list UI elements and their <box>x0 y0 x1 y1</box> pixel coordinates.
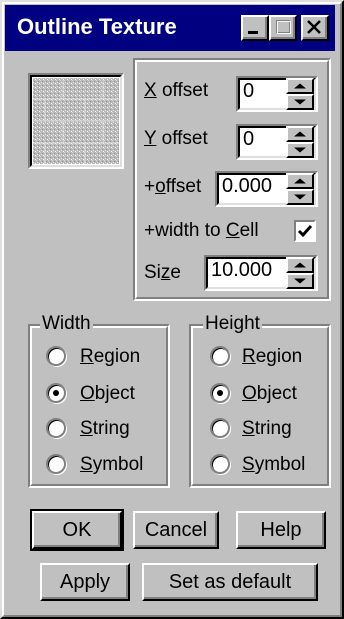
maximize-icon <box>276 20 291 34</box>
width-to-cell-checkbox[interactable] <box>294 220 316 242</box>
y-offset-down-button[interactable] <box>286 142 314 158</box>
x-offset-label: X offset <box>144 80 209 101</box>
radio-selected-dot <box>53 390 59 396</box>
close-icon <box>307 20 321 34</box>
width-object-radio[interactable] <box>46 383 66 403</box>
arrow-up-icon <box>294 262 306 268</box>
arrow-up-icon <box>294 83 306 89</box>
ok-button[interactable]: OK <box>30 509 124 551</box>
width-region-radio[interactable] <box>46 346 66 366</box>
size-down-button[interactable] <box>286 273 314 289</box>
y-offset-spinner[interactable] <box>286 126 314 158</box>
width-string-label[interactable]: String <box>80 418 130 440</box>
arrow-down-icon <box>294 278 306 284</box>
cancel-button[interactable]: Cancel <box>133 511 219 549</box>
width-symbol-label[interactable]: Symbol <box>80 454 143 476</box>
y-offset-up-button[interactable] <box>286 126 314 142</box>
height-string-label[interactable]: String <box>242 418 292 440</box>
y-offset-value[interactable]: 0 <box>243 128 254 151</box>
plus-offset-field[interactable]: 0.000 <box>215 171 318 207</box>
window-title: Outline Texture <box>17 14 177 39</box>
x-offset-up-button[interactable] <box>286 78 314 94</box>
help-button[interactable]: Help <box>236 511 326 549</box>
arrow-up-icon <box>294 178 306 184</box>
minimize-icon <box>248 31 258 34</box>
width-symbol-radio[interactable] <box>46 454 66 474</box>
size-label: Size <box>144 262 181 283</box>
maximize-button[interactable] <box>269 15 297 41</box>
width-object-label[interactable]: Object <box>80 383 135 405</box>
plus-offset-up-button[interactable] <box>286 173 314 189</box>
y-offset-label: Y offset <box>144 128 208 149</box>
checkmark-icon <box>297 225 313 238</box>
cancel-label: Cancel <box>144 518 208 541</box>
width-region-label[interactable]: Region <box>80 346 140 368</box>
arrow-up-icon <box>294 131 306 137</box>
apply-label: Apply <box>59 570 111 593</box>
set-as-default-button[interactable]: Set as default <box>142 563 318 601</box>
radio-selected-dot <box>217 390 223 396</box>
width-string-radio[interactable] <box>46 418 66 438</box>
height-region-radio[interactable] <box>210 346 230 366</box>
arrow-down-icon <box>294 99 306 105</box>
minimize-button[interactable] <box>241 15 269 41</box>
y-offset-field[interactable]: 0 <box>236 124 318 160</box>
height-symbol-label[interactable]: Symbol <box>242 454 305 476</box>
plus-offset-label: +offset <box>144 176 202 197</box>
apply-button[interactable]: Apply <box>40 563 130 601</box>
arrow-down-icon <box>294 147 306 153</box>
brick-texture-icon <box>33 78 119 164</box>
width-to-cell-label: +width to Cell <box>144 220 259 241</box>
title-bar[interactable]: Outline Texture <box>5 5 335 51</box>
help-label: Help <box>260 518 302 541</box>
x-offset-spinner[interactable] <box>286 78 314 110</box>
height-group-caption: Height <box>203 313 262 335</box>
size-spinner[interactable] <box>286 257 314 289</box>
x-offset-field[interactable]: 0 <box>236 76 318 112</box>
close-button[interactable] <box>301 15 329 41</box>
height-object-label[interactable]: Object <box>242 383 297 405</box>
x-offset-down-button[interactable] <box>286 94 314 110</box>
x-offset-value[interactable]: 0 <box>243 80 254 103</box>
plus-offset-down-button[interactable] <box>286 189 314 205</box>
ok-label: OK <box>62 518 92 541</box>
texture-preview[interactable] <box>28 73 124 169</box>
plus-offset-value[interactable]: 0.000 <box>222 175 272 198</box>
size-up-button[interactable] <box>286 257 314 273</box>
size-field[interactable]: 10.000 <box>204 255 318 291</box>
height-region-label[interactable]: Region <box>242 346 302 368</box>
height-symbol-radio[interactable] <box>210 454 230 474</box>
set-as-default-label: Set as default <box>168 570 292 593</box>
width-group-caption: Width <box>40 313 93 335</box>
height-string-radio[interactable] <box>210 418 230 438</box>
height-object-radio[interactable] <box>210 383 230 403</box>
size-value[interactable]: 10.000 <box>211 259 272 282</box>
arrow-down-icon <box>294 194 306 200</box>
plus-offset-spinner[interactable] <box>286 173 314 205</box>
